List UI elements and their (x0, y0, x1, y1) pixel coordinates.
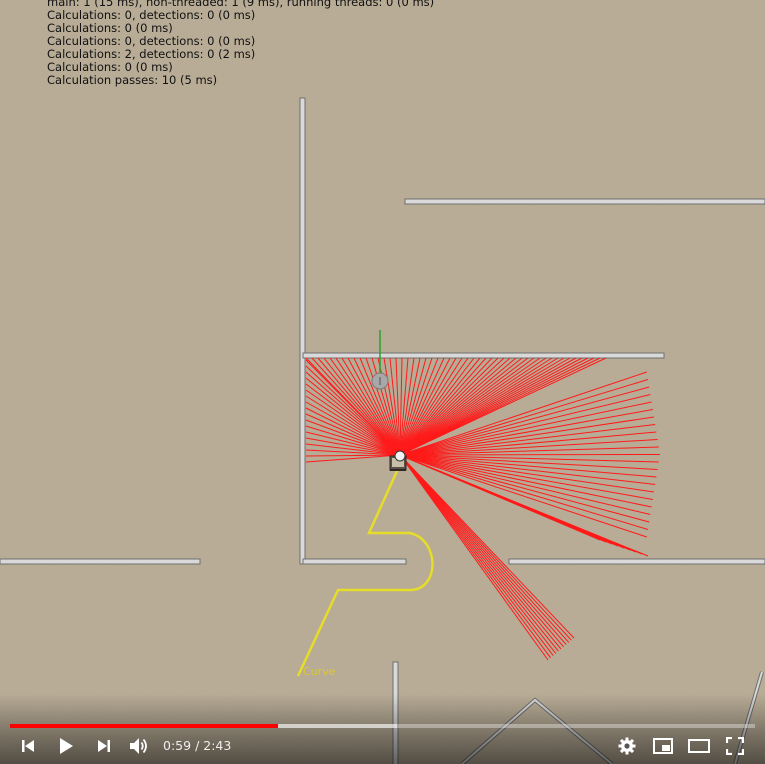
play-icon (60, 738, 73, 754)
next-icon (98, 740, 110, 752)
miniplayer-button[interactable] (650, 733, 676, 759)
wall-bottom-mid (302, 558, 407, 565)
settings-button[interactable] (614, 733, 640, 759)
volume-icon (130, 738, 147, 754)
previous-button[interactable] (15, 733, 41, 759)
video-player[interactable]: main: 1 (15 ms), non-threaded: 1 (9 ms),… (0, 0, 765, 764)
wall-room-top (302, 352, 665, 359)
duration: 2:43 (203, 738, 232, 753)
fullscreen-icon (726, 737, 744, 755)
time-display: 0:59 / 2:43 (163, 738, 231, 753)
path-label: Curve (303, 665, 336, 678)
stats-line: Calculation passes: 10 (5 ms) (47, 73, 218, 87)
wall-vertical-left (299, 97, 306, 565)
wall-bottom-right (508, 558, 765, 565)
previous-icon (22, 740, 34, 752)
player-controls: 0:59 / 2:43 (0, 733, 765, 759)
theater-mode-button[interactable] (686, 733, 712, 759)
progress-bar[interactable] (10, 724, 755, 728)
current-time: 0:59 (163, 738, 192, 753)
fullscreen-button[interactable] (722, 733, 748, 759)
next-button[interactable] (91, 733, 117, 759)
miniplayer-icon (653, 738, 673, 754)
wall-top-right (404, 198, 765, 205)
laser-ray (399, 454, 661, 456)
progress-played (10, 724, 279, 728)
simulation-scene (0, 0, 765, 764)
mute-button[interactable] (126, 733, 152, 759)
play-button[interactable] (53, 733, 79, 759)
theater-mode-icon (688, 739, 710, 753)
settings-icon (618, 737, 636, 755)
simulation-stats: main: 1 (15 ms), non-threaded: 1 (9 ms),… (47, 0, 434, 87)
wall-bottom-left (0, 558, 201, 565)
